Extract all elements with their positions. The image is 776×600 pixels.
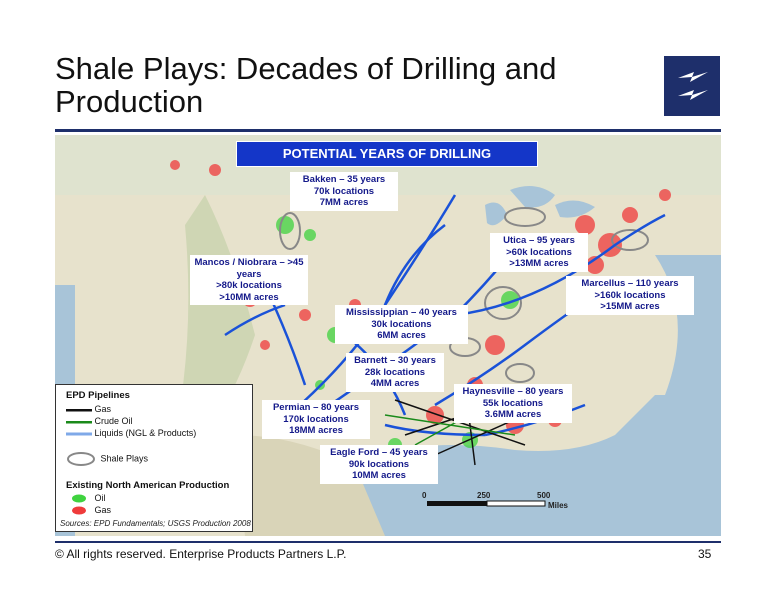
header-rule xyxy=(55,129,721,132)
logo-mark-top xyxy=(678,72,708,82)
play-label-eagle-ford: Eagle Ford – 45 years 90k locations 10MM a… xyxy=(320,445,438,484)
map-banner: POTENTIAL YEARS OF DRILLING xyxy=(236,141,538,167)
play-label-permian: Permian – 80 years 170k locations 18MM acr… xyxy=(262,400,370,439)
legend-gas-row: Gas xyxy=(66,404,111,414)
scale-tick-0: 0 xyxy=(422,491,427,500)
scale-bar xyxy=(427,500,546,507)
legend-liquids-row: Liquids (NGL & Products) xyxy=(66,428,196,438)
legend-gas-production-row: Gas xyxy=(66,505,111,515)
play-label-niobrara: Mancos / Niobrara – >45 years >80k locati… xyxy=(190,255,308,305)
slide-title: Shale Plays: Decades of Drilling and Pro… xyxy=(55,51,557,119)
footer-copyright: © All rights reserved. Enterprise Produc… xyxy=(55,547,347,561)
legend-production-title: Existing North American Production xyxy=(66,480,230,491)
play-label-barnett: Barnett – 30 years 28k locations 4MM acres xyxy=(346,353,444,392)
company-logo xyxy=(664,56,720,116)
legend-pipelines-title: EPD Pipelines xyxy=(66,390,130,401)
page-number: 35 xyxy=(698,547,712,561)
play-label-bakken: Bakken – 35 years 70k locations 7MM acres xyxy=(290,172,398,211)
play-label-mississippian: Mississippian – 40 years 30k locations 6MM… xyxy=(335,305,468,344)
play-label-marcellus: Marcellus – 110 years >160k locations >15M… xyxy=(566,276,694,315)
footer-rule xyxy=(55,541,721,543)
logo-mark-bottom xyxy=(678,90,708,100)
legend-crude-row: Crude Oil xyxy=(66,416,133,426)
legend-oil-row: Oil xyxy=(66,493,106,503)
play-label-haynesville: Haynesville – 80 years 55k locations 3.6MM… xyxy=(454,384,572,423)
scale-unit: Miles xyxy=(548,501,569,510)
play-label-utica: Utica – 95 years >60k locations >13MM acre… xyxy=(490,233,588,272)
map-legend: EPD Pipelines Gas Crude Oil Liquids (NGL… xyxy=(55,384,253,532)
scale-tick-250: 250 xyxy=(477,491,491,500)
scale-tick-500: 500 xyxy=(537,491,551,500)
legend-shale-row: Shale Plays xyxy=(66,451,148,467)
legend-sources: Sources: EPD Fundamentals; USGS Producti… xyxy=(60,519,251,528)
